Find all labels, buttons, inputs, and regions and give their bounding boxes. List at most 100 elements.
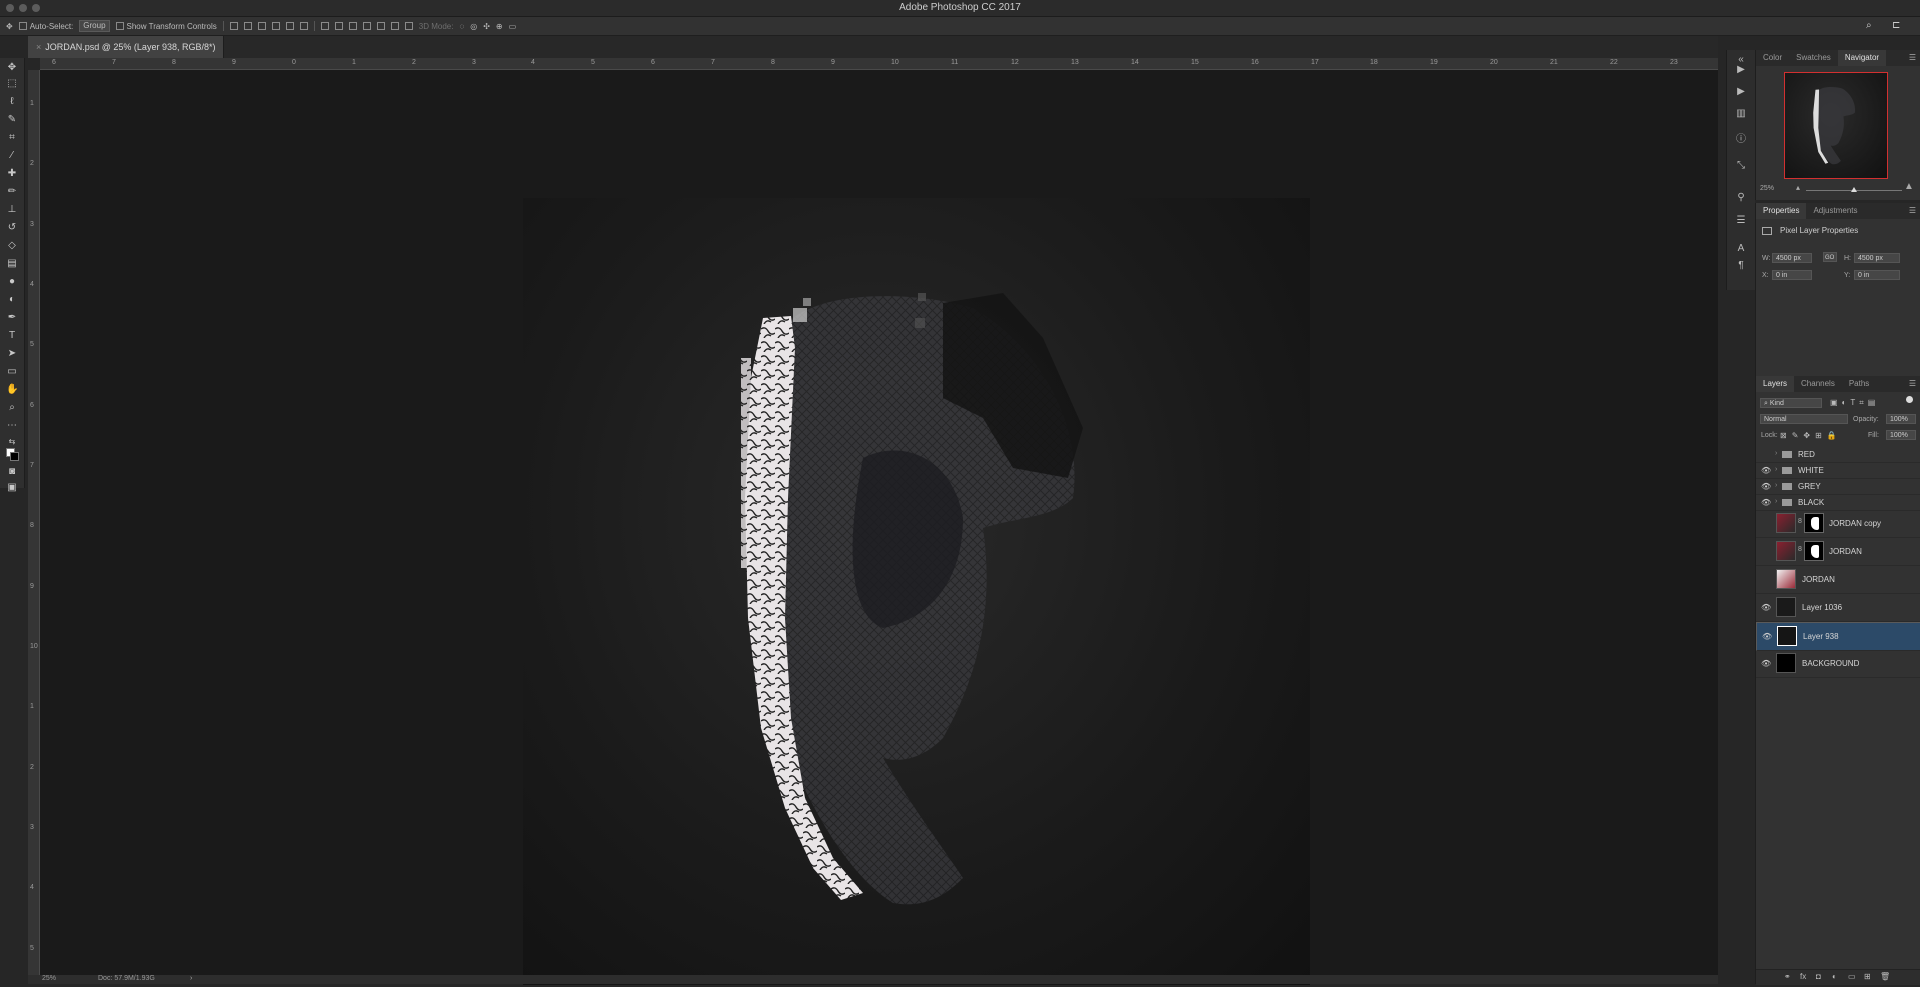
y-field[interactable]: 0 in [1854, 270, 1900, 280]
layer-filter-icons[interactable]: ▣◐T⌗▤ [1830, 398, 1879, 408]
visibility-eye-icon[interactable]: 👁 [1761, 603, 1771, 612]
panel-menu-icon[interactable]: ☰ [1909, 206, 1916, 215]
layer-style-icon[interactable]: fx [1800, 972, 1806, 981]
close-tab-icon[interactable]: × [36, 42, 41, 52]
lasso-icon[interactable]: ℓ [6, 96, 18, 108]
tab-layers[interactable]: Layers [1756, 376, 1795, 392]
height-field[interactable]: 4500 px [1854, 253, 1900, 263]
document-canvas[interactable] [523, 198, 1310, 985]
visibility-eye-icon[interactable]: 👁 [1761, 482, 1771, 491]
character-icon[interactable]: A [1735, 243, 1747, 255]
quick-select-icon[interactable]: ✎ [6, 114, 18, 126]
visibility-eye-icon[interactable]: 👁 [1761, 659, 1771, 668]
layer-group-red[interactable]: › RED [1756, 446, 1920, 463]
zoom-out-icon[interactable]: ▴ [1796, 183, 1800, 192]
pen-icon[interactable]: ✒ [6, 312, 18, 324]
add-mask-icon[interactable]: ◘ [1816, 972, 1821, 981]
tab-properties[interactable]: Properties [1756, 203, 1807, 219]
layer-row-jordan-copy[interactable]: 8 JORDAN copy [1756, 510, 1920, 538]
layer-group-grey[interactable]: 👁 › GREY [1756, 478, 1920, 495]
auto-select-dropdown[interactable]: Group [79, 20, 110, 32]
fill-field[interactable]: 100% [1886, 430, 1916, 440]
checkbox-icon[interactable] [115, 22, 124, 30]
adjustment-layer-icon[interactable]: ◐ [1832, 972, 1837, 981]
tool-presets-icon[interactable]: ☰ [1735, 215, 1747, 227]
visibility-eye-icon[interactable]: 👁 [1761, 498, 1771, 507]
horizontal-ruler[interactable]: 6 7 8 9 0 1 2 3 4 5 6 7 8 9 10 11 12 13 14 15 16 17 18 19 20 21 22… [40, 58, 1718, 70]
align-top-icon[interactable] [229, 22, 238, 30]
opacity-field[interactable]: 100% [1886, 414, 1916, 424]
brush-settings-icon[interactable]: ⚲ [1735, 192, 1747, 204]
auto-align-icon[interactable] [404, 22, 413, 30]
layer-row-layer-1036[interactable]: 👁 Layer 1036 [1756, 594, 1920, 622]
zoom-in-icon[interactable]: ▲ [1904, 181, 1914, 192]
layer-row-background[interactable]: 👁 BACKGROUND [1756, 650, 1920, 678]
chain-link-icon[interactable]: 8 [1798, 546, 1802, 553]
tab-adjustments[interactable]: Adjustments [1806, 203, 1864, 219]
search-icon[interactable]: ⌕ [1866, 20, 1872, 31]
x-field[interactable]: 0 in [1772, 270, 1812, 280]
blend-mode-dropdown[interactable]: Normal [1760, 414, 1848, 424]
3d-drag-icon[interactable]: ✣ [483, 22, 490, 31]
distribute-right-icon[interactable] [390, 22, 399, 30]
3d-roll-icon[interactable]: ◎ [470, 22, 477, 31]
tab-channels[interactable]: Channels [1794, 376, 1842, 392]
shape-icon[interactable]: ▭ [6, 366, 18, 378]
quick-mask-icon[interactable]: ◙ [6, 466, 18, 478]
distribute-hcenter-icon[interactable] [376, 22, 385, 30]
new-group-icon[interactable]: ▭ [1848, 972, 1856, 981]
navigator-zoom-knob[interactable] [1851, 187, 1857, 192]
tab-color[interactable]: Color [1756, 50, 1789, 66]
expand-arrow-icon[interactable]: › [1775, 482, 1777, 489]
layer-group-black[interactable]: 👁 › BLACK [1756, 494, 1920, 511]
hand-icon[interactable]: ✋ [6, 384, 18, 396]
layer-mask-thumbnail[interactable] [1804, 541, 1824, 561]
align-vcenter-icon[interactable] [243, 22, 252, 30]
color-swatches-icon[interactable] [6, 448, 19, 461]
3d-scale-icon[interactable]: ▭ [509, 22, 517, 31]
status-menu-icon[interactable]: › [190, 975, 192, 982]
tab-swatches[interactable]: Swatches [1789, 50, 1838, 66]
expand-arrow-icon[interactable]: › [1775, 498, 1777, 505]
status-zoom[interactable]: 25% [42, 975, 56, 982]
brush-icon[interactable]: ✏ [6, 186, 18, 198]
more-icon[interactable]: ⋯ [6, 420, 18, 432]
expand-arrow-icon[interactable]: › [1775, 450, 1777, 457]
move-tool-icon[interactable]: ✥ [6, 22, 13, 31]
vertical-ruler[interactable]: 1 2 3 4 5 6 7 8 9 10 1 2 3 4 5 [28, 70, 40, 975]
crop-icon[interactable]: ⌗ [6, 132, 18, 144]
filter-toggle-icon[interactable] [1906, 396, 1913, 403]
layer-row-jordan[interactable]: JORDAN [1756, 566, 1920, 594]
type-icon[interactable]: T [6, 330, 18, 342]
layer-row-jordan-masked[interactable]: 8 JORDAN [1756, 538, 1920, 566]
histogram-icon[interactable]: ▥ [1735, 108, 1747, 120]
chain-link-icon[interactable]: 8 [1798, 518, 1802, 525]
navigator-preview[interactable] [1784, 72, 1888, 179]
auto-select-checkbox[interactable]: Auto-Select: [18, 22, 73, 31]
info-icon[interactable]: ⓘ [1735, 134, 1747, 146]
width-field[interactable]: 4500 px [1772, 253, 1812, 263]
stamp-icon[interactable]: ⊥ [6, 204, 18, 216]
checkbox-icon[interactable] [18, 22, 27, 30]
distribute-bottom-icon[interactable] [348, 22, 357, 30]
marquee-icon[interactable]: ⬚ [6, 78, 18, 90]
screen-mode-icon[interactable]: ▣ [6, 482, 18, 494]
tab-navigator[interactable]: Navigator [1837, 50, 1887, 66]
link-layers-icon[interactable]: ⚭ [1784, 972, 1791, 981]
3d-slide-icon[interactable]: ⊕ [496, 22, 503, 31]
actions-icon[interactable]: ▶ [1735, 86, 1747, 98]
lock-options-icons[interactable]: ⊠✎✥⊞🔒 [1780, 431, 1842, 440]
align-bottom-icon[interactable] [257, 22, 266, 30]
layer-mask-thumbnail[interactable] [1804, 513, 1824, 533]
panel-menu-icon[interactable]: ☰ [1909, 53, 1916, 62]
new-layer-icon[interactable]: ⊞ [1864, 972, 1871, 981]
path-select-icon[interactable]: ➤ [6, 348, 18, 360]
layer-row-layer-938[interactable]: 👁 Layer 938 [1756, 622, 1920, 651]
history-icon[interactable]: ▶ [1735, 64, 1747, 76]
3d-rotate-icon[interactable]: ◌ [459, 22, 464, 31]
move-icon[interactable]: ✥ [6, 62, 18, 74]
visibility-eye-icon[interactable]: 👁 [1762, 632, 1772, 642]
visibility-eye-icon[interactable]: 👁 [1761, 466, 1771, 475]
show-transform-checkbox[interactable]: Show Transform Controls [115, 22, 217, 31]
align-left-icon[interactable] [271, 22, 280, 30]
